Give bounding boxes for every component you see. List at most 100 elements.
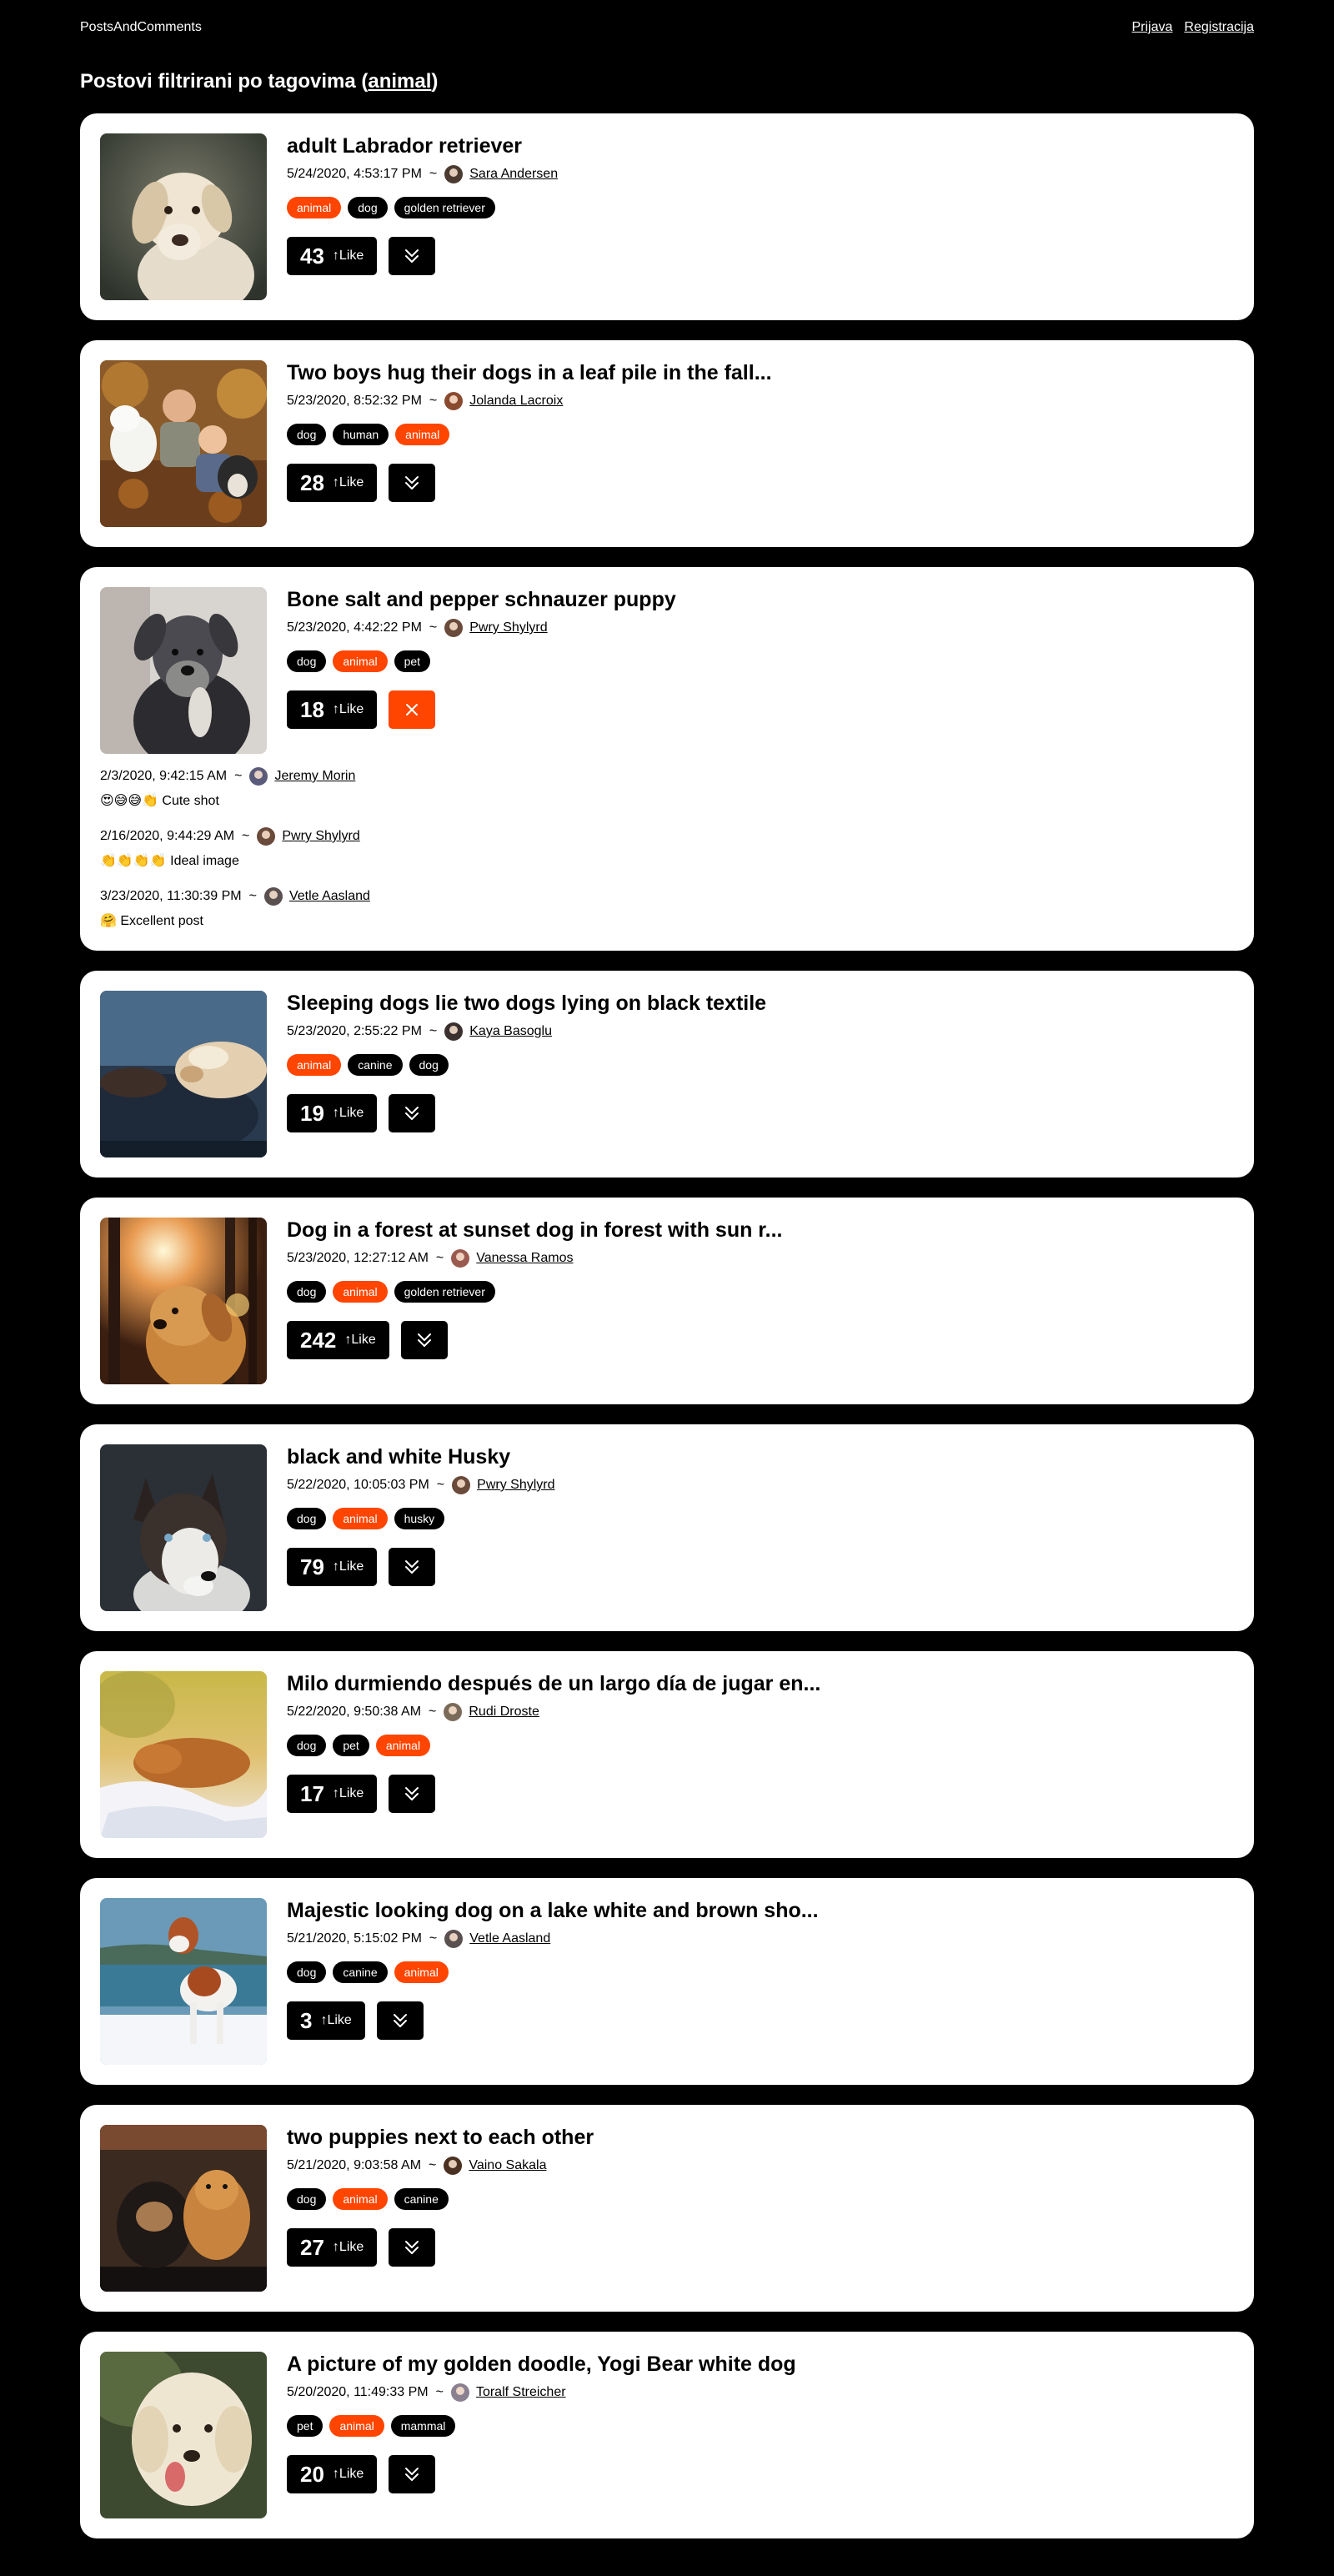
tag-golden-retriever[interactable]: golden retriever (394, 1281, 495, 1303)
post-title[interactable]: Sleeping dogs lie two dogs lying on blac… (287, 991, 766, 1016)
tag-pet[interactable]: pet (333, 1735, 369, 1756)
tag-canine[interactable]: canine (394, 2188, 449, 2210)
tag-human[interactable]: human (333, 424, 389, 445)
post-title[interactable]: adult Labrador retriever (287, 133, 558, 158)
author-link[interactable]: Vanessa Ramos (476, 1251, 573, 1266)
tag-animal[interactable]: animal (329, 2415, 384, 2437)
author-link[interactable]: Jolanda Lacroix (469, 394, 563, 409)
post-title[interactable]: Bone salt and pepper schnauzer puppy (287, 587, 676, 612)
author-link[interactable]: Toralf Streicher (476, 2385, 566, 2400)
like-button[interactable]: 18 ↑Like (287, 690, 378, 729)
tag-dog[interactable]: dog (287, 1735, 327, 1756)
post-title[interactable]: Milo durmiendo después de un largo día d… (287, 1671, 820, 1696)
post-title[interactable]: Majestic looking dog on a lake white and… (287, 1898, 819, 1923)
tag-dog[interactable]: dog (287, 1961, 327, 1983)
author-link[interactable]: Kaya Basoglu (469, 1024, 552, 1039)
tag-dog[interactable]: dog (287, 650, 327, 672)
author-link[interactable]: Vetle Aasland (469, 1931, 550, 1946)
tag-golden-retriever[interactable]: golden retriever (394, 197, 495, 218)
post-meta: 5/22/2020, 10:05:03 PM ~ Pwry Shylyrd (287, 1476, 555, 1494)
tag-animal[interactable]: animal (375, 1735, 431, 1756)
like-count: 27 (300, 2234, 324, 2260)
tag-animal[interactable]: animal (333, 1281, 388, 1303)
author-link[interactable]: Sara Andersen (469, 167, 558, 182)
tag-list: animal dog golden retriever (287, 197, 558, 218)
like-button[interactable]: 17 ↑Like (287, 1775, 378, 1813)
expand-comments-button[interactable] (389, 1548, 436, 1586)
post-title[interactable]: A picture of my golden doodle, Yogi Bear… (287, 2352, 796, 2377)
tag-dog[interactable]: dog (348, 197, 388, 218)
post-image[interactable] (100, 991, 267, 1157)
post-title[interactable]: two puppies next to each other (287, 2125, 594, 2150)
expand-comments-button[interactable] (389, 2455, 436, 2493)
tag-animal[interactable]: animal (287, 197, 342, 218)
tag-pet[interactable]: pet (394, 650, 431, 672)
expand-comments-button[interactable] (400, 1321, 448, 1359)
tag-dog[interactable]: dog (409, 1054, 449, 1076)
commenter-link[interactable]: Pwry Shylyrd (282, 829, 359, 844)
post-actions: 242 ↑Like (287, 1321, 783, 1359)
like-button[interactable]: 28 ↑Like (287, 464, 378, 502)
tag-mammal[interactable]: mammal (390, 2415, 456, 2437)
post-date: 5/23/2020, 2:55:22 PM (287, 1024, 422, 1038)
author-link[interactable]: Vaino Sakala (469, 2158, 546, 2173)
post-image[interactable] (100, 1218, 267, 1384)
brand-logo[interactable]: PostsAndComments (80, 20, 202, 35)
like-button[interactable]: 79 ↑Like (287, 1548, 378, 1586)
tag-dog[interactable]: dog (287, 424, 327, 445)
post-image[interactable] (100, 1444, 267, 1611)
tag-animal[interactable]: animal (333, 2188, 388, 2210)
register-link[interactable]: Registracija (1184, 20, 1254, 35)
tag-husky[interactable]: husky (394, 1508, 445, 1529)
post-actions: 3 ↑Like (287, 2001, 819, 2040)
post-image[interactable] (100, 587, 267, 754)
author-link[interactable]: Pwry Shylyrd (469, 620, 547, 635)
post-title[interactable]: Two boys hug their dogs in a leaf pile i… (287, 360, 772, 385)
login-link[interactable]: Prijava (1132, 20, 1173, 35)
post-card: Sleeping dogs lie two dogs lying on blac… (80, 971, 1254, 1178)
like-label: ↑Like (332, 249, 364, 263)
chevron-double-down-icon (402, 1784, 422, 1804)
like-button[interactable]: 27 ↑Like (287, 2228, 378, 2267)
post-image[interactable] (100, 1898, 267, 2065)
like-button[interactable]: 242 ↑Like (287, 1321, 389, 1359)
like-button[interactable]: 19 ↑Like (287, 1094, 378, 1132)
commenter-link[interactable]: Jeremy Morin (274, 769, 355, 784)
expand-comments-button[interactable] (389, 237, 436, 275)
post-date: 5/24/2020, 4:53:17 PM (287, 167, 422, 181)
author-link[interactable]: Rudi Droste (469, 1705, 539, 1720)
post-image[interactable] (100, 2125, 267, 2292)
commenter-link[interactable]: Vetle Aasland (289, 889, 370, 904)
post-image[interactable] (100, 1671, 267, 1838)
expand-comments-button[interactable] (376, 2001, 424, 2040)
tag-canine[interactable]: canine (348, 1054, 403, 1076)
tag-dog[interactable]: dog (287, 2188, 327, 2210)
tag-dog[interactable]: dog (287, 1508, 327, 1529)
post-title[interactable]: black and white Husky (287, 1444, 555, 1469)
expand-comments-button[interactable] (389, 1094, 436, 1132)
expand-comments-button[interactable] (389, 1775, 436, 1813)
post-card: Milo durmiendo después de un largo día d… (80, 1651, 1254, 1858)
post-card: Two boys hug their dogs in a leaf pile i… (80, 340, 1254, 547)
expand-comments-button[interactable] (389, 2228, 436, 2267)
tag-animal[interactable]: animal (333, 1508, 388, 1529)
like-button[interactable]: 3 ↑Like (287, 2001, 365, 2040)
expand-comments-button[interactable] (389, 464, 436, 502)
tag-pet[interactable]: pet (287, 2415, 323, 2437)
tag-canine[interactable]: canine (333, 1961, 388, 1983)
author-link[interactable]: Pwry Shylyrd (477, 1478, 554, 1493)
like-button[interactable]: 20 ↑Like (287, 2455, 378, 2493)
tag-animal[interactable]: animal (333, 650, 388, 672)
post-image[interactable] (100, 360, 267, 527)
tag-dog[interactable]: dog (287, 1281, 327, 1303)
like-button[interactable]: 43 ↑Like (287, 237, 378, 275)
tag-animal[interactable]: animal (395, 424, 450, 445)
tag-animal[interactable]: animal (394, 1961, 449, 1983)
filter-tag-link[interactable]: animal (368, 70, 431, 93)
post-main: Sleeping dogs lie two dogs lying on blac… (100, 991, 1234, 1157)
post-image[interactable] (100, 2352, 267, 2518)
tag-animal[interactable]: animal (287, 1054, 342, 1076)
collapse-comments-button[interactable] (389, 690, 436, 729)
post-title[interactable]: Dog in a forest at sunset dog in forest … (287, 1218, 783, 1243)
post-image[interactable] (100, 133, 267, 300)
